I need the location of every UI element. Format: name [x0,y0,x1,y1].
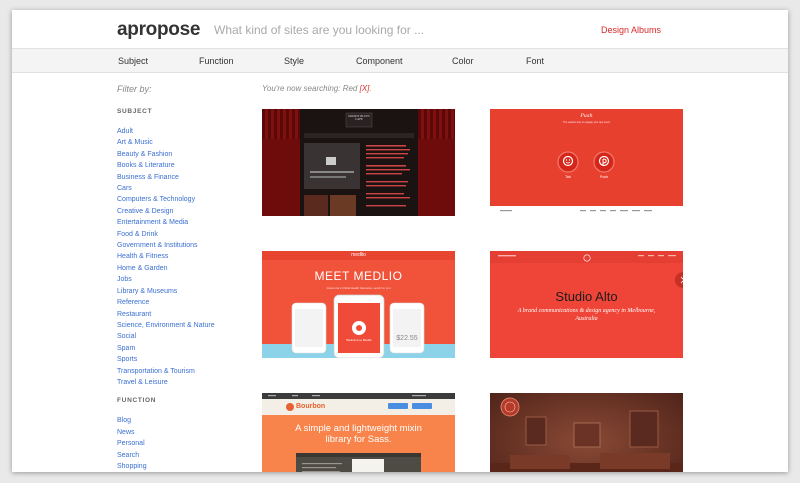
thumb-headline: MEET MEDLIO [314,269,403,283]
function-search[interactable]: Search [117,450,257,461]
site-thumbnail[interactable]: Studio Alto A brand communications & des… [490,251,683,358]
design-albums-link[interactable]: Design Albums [601,25,661,35]
clear-filter-button[interactable]: [X] [360,84,370,93]
subject-government-institutions[interactable]: Government & Institutions [117,240,257,251]
site-thumbnail[interactable]: MOODY BLUES CAFE [262,109,455,216]
subject-business-finance[interactable]: Business & Finance [117,172,257,183]
thumb-phone-text: Welcome to Medlio [346,338,372,342]
subject-entertainment-media[interactable]: Entertainment & Media [117,217,257,228]
nav-font[interactable]: Font [526,56,544,66]
subject-heading: SUBJECT [117,108,153,115]
nav-function[interactable]: Function [199,56,234,66]
subject-creative-design[interactable]: Creative & Design [117,206,257,217]
site-logo[interactable]: apropose [117,19,200,41]
thumb-price: $22.55 [396,335,418,342]
subject-food-drink[interactable]: Food & Drink [117,229,257,240]
subject-books-literature[interactable]: Books & Literature [117,160,257,171]
subject-cars[interactable]: Cars [117,183,257,194]
site-thumbnail[interactable] [490,393,683,472]
site-header: apropose Design Albums [12,10,788,49]
thumb-subtitle: A brand communications & design agency i… [517,308,656,322]
subject-library-museums[interactable]: Library & Museums [117,286,257,297]
thumb-label-tab: Tab [565,175,571,179]
nav-style[interactable]: Style [284,56,304,66]
subject-science-environment-nature[interactable]: Science, Environment & Nature [117,320,257,331]
search-status: You're now searching: Red [X]. [262,84,372,93]
thumb-title: Studio Alto [555,289,618,304]
nav-component[interactable]: Component [356,56,403,66]
site-thumbnail[interactable]: Push The easiest way to engage your app … [490,109,683,216]
nav-subject[interactable]: Subject [118,56,148,66]
thumbnail-art [262,109,455,216]
subject-home-garden[interactable]: Home & Garden [117,263,257,274]
site-thumbnail[interactable]: Bourbon A simple and lightweight mixin l… [262,393,455,472]
subject-beauty-fashion[interactable]: Beauty & Fashion [117,149,257,160]
subject-social[interactable]: Social [117,331,257,342]
thumb-label-push: Push [600,175,608,179]
function-blog[interactable]: Blog [117,415,257,426]
function-heading: FUNCTION [117,397,157,405]
thumb-logo: MOODY BLUES CAFE [348,114,370,122]
thumb-tagline: The easiest way to engage your app users [562,121,611,124]
category-nav: Subject Function Style Component Color F… [12,49,788,73]
subject-reference[interactable]: Reference [117,297,257,308]
thumbnail-art [490,251,683,288]
thumb-brand: Bourbon [296,403,326,410]
function-personal[interactable]: Personal [117,438,257,449]
subject-spam[interactable]: Spam [117,343,257,354]
subject-restaurant[interactable]: Restaurant [117,309,257,320]
function-news[interactable]: News [117,427,257,438]
subject-sports[interactable]: Sports [117,354,257,365]
thumbnail-art [490,393,683,472]
filter-sidebar: Filter by: SUBJECT Adult Art & Music Bea… [117,84,257,472]
thumb-sub: Great one's Critical Health Insurance, s… [326,286,391,290]
thumbnail-art [490,151,683,216]
subject-jobs[interactable]: Jobs [117,274,257,285]
thumb-brand: medlio [351,252,366,258]
subject-health-fitness[interactable]: Health & Fitness [117,251,257,262]
subject-travel-leisure[interactable]: Travel & Leisure [117,377,257,388]
search-status-end: . [369,84,372,93]
subject-transportation-tourism[interactable]: Transportation & Tourism [117,366,257,377]
browser-page: apropose Design Albums Subject Function … [12,10,788,472]
search-input[interactable] [214,21,514,39]
subject-art-music[interactable]: Art & Music [117,137,257,148]
thumb-headline: A simple and lightweight mixin library f… [295,423,422,445]
site-thumbnail[interactable]: medlio MEET MEDLIO Great one's Critical … [262,251,455,358]
nav-color[interactable]: Color [452,56,474,66]
subject-adult[interactable]: Adult [117,126,257,137]
function-shopping[interactable]: Shopping [117,461,257,472]
thumb-brand: Push [580,113,593,119]
search-status-text: You're now searching: Red [262,84,358,93]
filter-label: Filter by: [117,84,152,94]
subject-computers-technology[interactable]: Computers & Technology [117,194,257,205]
